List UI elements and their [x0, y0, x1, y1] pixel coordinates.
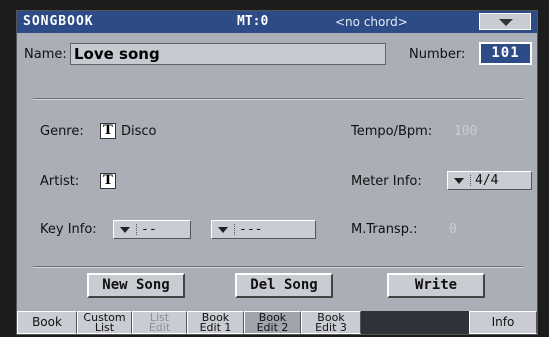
- chevron-down-icon: [120, 227, 130, 233]
- tab-book[interactable]: Book: [17, 311, 77, 334]
- transp-label: M.Transp.:: [351, 222, 418, 237]
- master-transpose-indicator: MT:0: [237, 14, 269, 29]
- chevron-down-icon: [218, 227, 228, 233]
- tab-info[interactable]: Info: [469, 311, 537, 334]
- name-field[interactable]: Love song: [70, 43, 386, 65]
- write-button[interactable]: Write: [387, 273, 485, 298]
- transp-value: 0: [449, 222, 457, 237]
- artist-label: Artist:: [40, 174, 80, 189]
- genre-text-edit-icon[interactable]: T: [100, 123, 116, 139]
- key-info-select-2[interactable]: ---: [211, 220, 316, 239]
- tempo-label: Tempo/Bpm:: [351, 124, 433, 139]
- chevron-down-icon: [499, 19, 513, 26]
- tab-bar: Book Custom List List Edit Book Edit 1 Book…: [17, 311, 537, 334]
- tab-list-edit[interactable]: List Edit: [132, 311, 187, 334]
- tab-custom-list[interactable]: Custom List: [77, 311, 132, 334]
- chord-indicator: <no chord>: [335, 15, 408, 29]
- meter-label: Meter Info:: [351, 174, 422, 189]
- number-label: Number:: [409, 47, 466, 62]
- tab-bar-empty: [361, 311, 469, 334]
- meter-info-value: 4/4: [475, 173, 499, 188]
- tab-book-edit-2[interactable]: Book Edit 2: [244, 311, 301, 334]
- divider-top: [33, 98, 523, 100]
- chevron-down-icon: [454, 178, 464, 184]
- genre-value: Disco: [121, 124, 157, 139]
- del-song-button[interactable]: Del Song: [235, 273, 333, 298]
- tab-book-edit-3[interactable]: Book Edit 3: [301, 311, 361, 334]
- songbook-screen: SONGBOOK MT:0 <no chord> Name: Love song…: [16, 10, 538, 335]
- name-label: Name:: [24, 47, 67, 62]
- meter-info-select[interactable]: 4/4: [447, 171, 532, 190]
- new-song-button[interactable]: New Song: [87, 273, 185, 298]
- page-title: SONGBOOK: [23, 14, 94, 29]
- tempo-value: 100: [454, 124, 478, 139]
- key-info-value-1: --: [141, 222, 157, 237]
- genre-label: Genre:: [40, 124, 84, 139]
- key-info-select-1[interactable]: --: [113, 220, 191, 239]
- key-info-value-2: ---: [239, 222, 263, 237]
- tab-book-edit-1[interactable]: Book Edit 1: [187, 311, 244, 334]
- number-field[interactable]: 101: [479, 42, 532, 65]
- artist-text-edit-icon[interactable]: T: [100, 173, 116, 189]
- page-menu-button[interactable]: [479, 13, 531, 30]
- key-info-label: Key Info:: [40, 222, 97, 237]
- divider-bottom: [33, 266, 523, 268]
- title-bar: SONGBOOK MT:0 <no chord>: [17, 11, 537, 33]
